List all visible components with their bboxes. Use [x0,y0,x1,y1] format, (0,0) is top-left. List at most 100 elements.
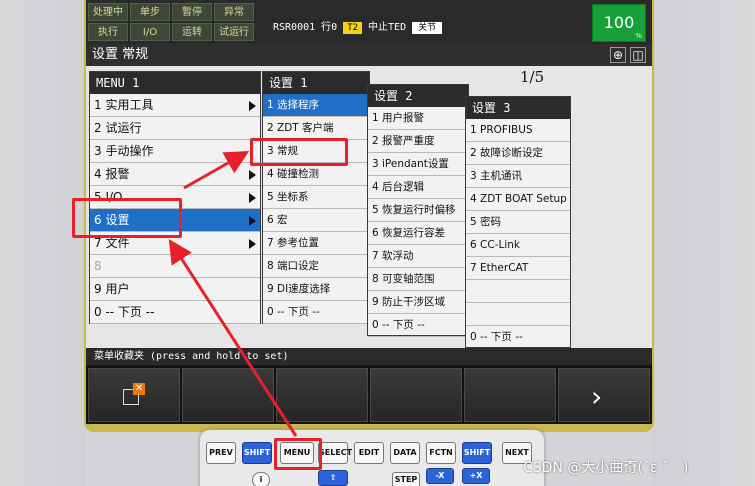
setup1-item-frames[interactable]: 5 坐标系 [263,186,369,209]
setup2-item-soft-float[interactable]: 7 软浮动 [368,245,468,268]
close-icon: ✕ [133,383,145,395]
title-bar: 设置 常规 ⊕ ◫ [86,44,652,66]
coord-badge: 关节 [412,22,443,34]
setup3-item-diagnostic[interactable]: 2 故障诊断设定 [466,142,570,165]
setup1-item-port-init[interactable]: 8 端口设定 [263,255,369,278]
annotation-box-menu-key [274,438,322,470]
setup3-item-profibus[interactable]: 1 PROFIBUS [466,119,570,142]
background-left [0,0,86,486]
softkey-1[interactable]: ✕ [88,368,180,422]
annotation-box-general [250,138,348,166]
minus-x-key[interactable]: -X [426,468,454,484]
arrow-up-icon: ⇧ [329,473,337,482]
setup3-item-zdt-boat[interactable]: 4 ZDT BOAT Setup [466,188,570,211]
status-step: 单步 [130,3,170,21]
edit-key[interactable]: EDIT [354,442,384,464]
step-key[interactable]: STEP [392,472,420,486]
menu-item-alarm[interactable]: 4 报警 [90,163,260,186]
setup2-item-bg-logic[interactable]: 4 后台逻辑 [368,176,468,199]
setup-menu-3-header: 设置 3 [466,97,570,119]
status-run: 执行 [88,23,128,41]
softkey-4[interactable] [370,368,462,422]
setup-menu-1-header: 设置 1 [263,72,369,94]
menu-item-utilities[interactable]: 1 实用工具 [90,94,260,117]
data-key[interactable]: DATA [390,442,420,464]
shift-key-right[interactable]: SHIFT [462,442,492,464]
override-value: 100 [603,13,635,32]
setup1-item-di-speed[interactable]: 9 DI速度选择 [263,278,369,301]
submenu-arrow-icon [249,193,256,203]
setup1-item-zdt-client[interactable]: 2 ZDT 客户端 [263,117,369,140]
softkey-6[interactable]: › [558,368,650,422]
softkey-5[interactable] [464,368,556,422]
setup2-item-alarm-severity[interactable]: 2 报警严重度 [368,130,468,153]
pendant-keypad: PREV SHIFT MENU SELECT EDIT DATA FCTN SH… [200,430,544,486]
annotation-box-setup [72,198,182,238]
status-tcyc: 试运行 [214,23,254,41]
status-prod: 运转 [172,23,212,41]
softkey-3[interactable] [276,368,368,422]
setup1-item-macro[interactable]: 6 宏 [263,209,369,232]
setup2-item-var-axis[interactable]: 8 可变轴范围 [368,268,468,291]
status-io: I/O [130,23,170,41]
line-number: 行0 [321,22,338,33]
menu-item-next-page[interactable]: 0 -- 下页 -- [90,301,260,324]
arrow-up-key[interactable]: ⇧ [318,470,348,486]
override-unit: % [635,32,642,40]
info-key[interactable]: i [252,472,270,486]
softkey-2[interactable] [182,368,274,422]
shift-key-left[interactable]: SHIFT [242,442,272,464]
hint-bar: 菜单收藏夹 (press and hold to set) [86,348,652,365]
setup3-item-host-comm[interactable]: 3 主机通讯 [466,165,570,188]
status-info: RSR0001 行0 T2 中止TED 关节 [273,20,443,36]
setup3-item-cc-link[interactable]: 6 CC-Link [466,234,570,257]
setup2-item-ipendant[interactable]: 3 iPendant设置 [368,153,468,176]
softkey-bar: ✕ › [86,366,652,424]
submenu-arrow-icon [249,239,256,249]
menu-item-manual-fctns[interactable]: 3 手动操作 [90,140,260,163]
setup1-item-next-page[interactable]: 0 -- 下页 -- [263,301,369,324]
submenu-arrow-icon [249,101,256,111]
status-hold: 暂停 [172,3,212,21]
background-right [652,0,755,486]
setup-menu-2-header: 设置 2 [368,85,468,107]
status-fault: 异常 [214,3,254,21]
submenu-arrow-icon [249,216,256,226]
setup2-item-next-page[interactable]: 0 -- 下页 -- [368,314,468,337]
setup1-item-collision[interactable]: 4 碰撞检测 [263,163,369,186]
setup-menu-3: 设置 3 1 PROFIBUS 2 故障诊断设定 3 主机通讯 4 ZDT BO… [465,96,571,349]
setup3-item-next-page[interactable]: 0 -- 下页 -- [466,326,570,349]
main-menu-header: MENU 1 [90,72,260,94]
setup-menu-1: 设置 1 1 选择程序 2 ZDT 客户端 3 常规 4 碰撞检测 5 坐标系 … [262,71,370,324]
fctn-key[interactable]: FCTN [426,442,456,464]
override-display[interactable]: 100 % [592,4,646,42]
chevron-right-icon: › [591,380,603,413]
zoom-icon[interactable]: ⊕ [610,47,626,63]
setup3-item-ethercat[interactable]: 7 EtherCAT [466,257,570,280]
menu-item-test-cycle[interactable]: 2 试运行 [90,117,260,140]
setup3-item-9[interactable] [466,303,570,326]
menu-item-8[interactable]: 8 [90,255,260,278]
page-title: 设置 常规 [92,47,149,62]
prev-key[interactable]: PREV [206,442,236,464]
program-name: RSR0001 [273,22,316,33]
setup2-item-interference[interactable]: 9 防止干涉区域 [368,291,468,314]
setup3-item-8[interactable] [466,280,570,303]
watermark: CSDN @大小曲奇(ˇε ˇ ) [523,460,689,476]
setup3-item-password[interactable]: 5 密码 [466,211,570,234]
split-window-icon[interactable]: ◫ [630,47,646,63]
submenu-arrow-icon [249,170,256,180]
setup2-item-resume-tol[interactable]: 6 恢复运行容差 [368,222,468,245]
setup1-item-ref-position[interactable]: 7 参考位置 [263,232,369,255]
status-busy: 处理中 [88,3,128,21]
select-key[interactable]: SELECT [318,442,352,464]
menu-item-user[interactable]: 9 用户 [90,278,260,301]
plus-x-key[interactable]: +X [462,468,490,484]
setup-menu-2: 设置 2 1 用户报警 2 报警严重度 3 iPendant设置 4 后台逻辑 … [367,84,469,337]
page-indicator: 1/5 [520,68,545,86]
state-text: 中止TED [368,22,407,33]
setup2-item-user-alarm[interactable]: 1 用户报警 [368,107,468,130]
setup1-item-select-program[interactable]: 1 选择程序 [263,94,369,117]
setup2-item-resume-offset[interactable]: 5 恢复运行时偏移 [368,199,468,222]
mode-badge: T2 [343,22,363,34]
